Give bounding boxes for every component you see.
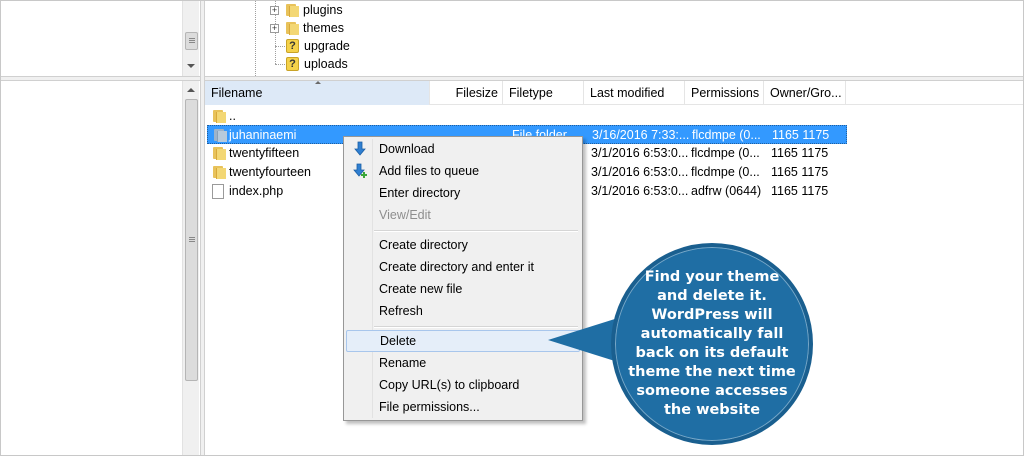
scroll-up-arrow-icon[interactable] (187, 88, 195, 92)
callout-text: Find your theme and delete it. WordPress… (628, 269, 796, 418)
file-permissions: flcdmpe (0... (691, 165, 760, 179)
file-owner: 1165 1175 (772, 128, 830, 142)
local-file-pane (0, 81, 200, 456)
scrollbar-thumb[interactable] (185, 32, 198, 50)
file-name: twentyfifteen (229, 146, 300, 160)
column-permissions[interactable]: Permissions (685, 81, 764, 105)
menu-item-label: Create directory (379, 238, 468, 252)
column-label: Permissions (691, 86, 760, 100)
column-filesize[interactable]: Filesize (430, 81, 503, 105)
menu-item-file-permissions[interactable]: File permissions... (346, 396, 580, 418)
menu-item-download[interactable]: Download (346, 138, 580, 160)
menu-item-label: View/Edit (379, 208, 431, 222)
menu-item-label: Download (379, 142, 435, 156)
context-menu: Download Add files to queue Enter direct… (343, 136, 583, 421)
column-owner-group[interactable]: Owner/Gro... (764, 81, 846, 105)
menu-item-delete[interactable]: Delete (346, 330, 580, 352)
file-name: .. (229, 109, 236, 123)
add-to-queue-icon (353, 163, 367, 178)
menu-separator (374, 230, 578, 232)
file-permissions: adfrw (0644) (691, 184, 762, 198)
file-owner: 1165 1175 (771, 165, 829, 179)
file-list-header: Filename Filesize Filetype Last modified… (205, 81, 1024, 105)
file-name: juhaninaemi (229, 128, 297, 142)
file-icon (212, 184, 224, 199)
tree-item-label: themes (303, 21, 344, 35)
tree-item-upgrade[interactable]: ? upgrade (286, 37, 350, 55)
file-modified: 3/1/2016 6:53:0... (591, 146, 689, 160)
column-label: Filename (211, 86, 263, 100)
folder-icon (285, 21, 299, 35)
menu-item-label: Copy URL(s) to clipboard (379, 378, 520, 392)
menu-item-label: Create directory and enter it (379, 260, 534, 274)
unknown-folder-icon: ? (286, 57, 299, 71)
unknown-folder-icon: ? (286, 39, 299, 53)
tree-item-label: plugins (303, 3, 343, 17)
file-owner: 1165 1175 (771, 146, 829, 160)
tree-item-plugins[interactable]: + plugins (270, 1, 343, 19)
callout-pointer (548, 318, 618, 362)
menu-item-copy-urls[interactable]: Copy URL(s) to clipboard (346, 374, 580, 396)
menu-item-label: Enter directory (379, 186, 461, 200)
menu-item-label: Delete (380, 334, 417, 348)
column-label: Owner/Gro... (770, 86, 842, 100)
menu-item-label: Add files to queue (379, 164, 480, 178)
file-modified: 3/16/2016 7:33:... (592, 128, 690, 142)
menu-item-view-edit: View/Edit (346, 204, 580, 226)
scrollbar-thumb[interactable] (185, 99, 198, 381)
local-tree-scrollbar[interactable] (182, 0, 199, 76)
file-name: twentyfourteen (229, 165, 311, 179)
menu-item-label: File permissions... (379, 400, 480, 414)
column-label: Filesize (455, 86, 498, 100)
column-label: Filetype (509, 86, 553, 100)
folder-icon (212, 109, 226, 123)
file-modified: 3/1/2016 6:53:0... (591, 165, 689, 179)
menu-item-label: Create new file (379, 282, 463, 296)
menu-item-add-to-queue[interactable]: Add files to queue (346, 160, 580, 182)
tree-item-label: uploads (304, 57, 348, 71)
tree-item-uploads[interactable]: ? uploads (286, 55, 348, 73)
menu-item-rename[interactable]: Rename (346, 352, 580, 374)
menu-item-create-new-file[interactable]: Create new file (346, 278, 580, 300)
local-file-scrollbar[interactable] (182, 81, 199, 456)
file-modified: 3/1/2016 6:53:0... (591, 184, 689, 198)
folder-icon (212, 165, 226, 179)
callout-bubble: Find your theme and delete it. WordPress… (611, 243, 813, 445)
download-arrow-icon (354, 141, 366, 156)
expand-icon[interactable]: + (270, 5, 279, 15)
menu-item-create-directory[interactable]: Create directory (346, 234, 580, 256)
menu-item-label: Rename (379, 356, 427, 370)
column-filename[interactable]: Filename (205, 81, 430, 105)
column-last-modified[interactable]: Last modified (584, 81, 685, 105)
file-permissions: flcdmpe (0... (691, 146, 760, 160)
file-permissions: flcdmpe (0... (692, 128, 761, 142)
scroll-down-arrow-icon[interactable] (187, 64, 195, 68)
local-tree-pane-top (0, 0, 200, 76)
file-owner: 1165 1175 (771, 184, 829, 198)
menu-item-refresh[interactable]: Refresh (346, 300, 580, 322)
expand-icon[interactable]: + (270, 23, 279, 33)
folder-icon (212, 146, 226, 160)
folder-icon (285, 3, 299, 17)
column-filetype[interactable]: Filetype (503, 81, 584, 105)
file-row-parent[interactable]: .. (207, 107, 847, 126)
tree-item-label: upgrade (304, 39, 350, 53)
tree-item-themes[interactable]: + themes (270, 19, 344, 37)
column-label: Last modified (590, 86, 665, 100)
remote-file-list: Filename Filesize Filetype Last modified… (205, 81, 1024, 456)
remote-tree-pane: + plugins + themes ? upgrade ? uploads (205, 0, 1024, 76)
menu-item-create-directory-enter[interactable]: Create directory and enter it (346, 256, 580, 278)
menu-item-label: Refresh (379, 304, 423, 318)
file-name: index.php (229, 184, 284, 198)
folder-icon (213, 128, 227, 142)
sort-ascending-icon (315, 81, 321, 84)
menu-item-enter-directory[interactable]: Enter directory (346, 182, 580, 204)
